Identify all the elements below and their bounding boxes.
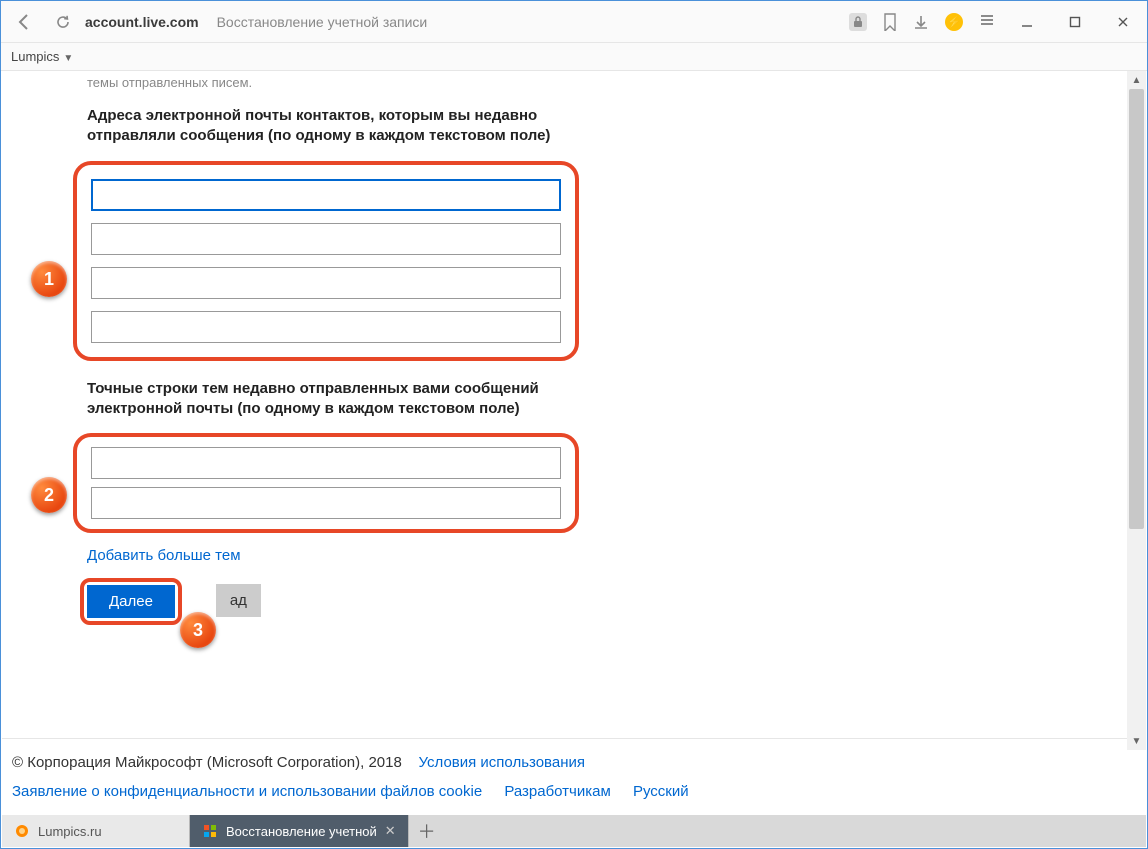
add-more-subjects-link[interactable]: Добавить больше тем bbox=[87, 547, 1127, 564]
subject-input-1[interactable] bbox=[91, 447, 561, 479]
address-page-title: Восстановление учетной записи bbox=[217, 14, 841, 30]
browser-tab-active[interactable]: Восстановление учетной ✕ bbox=[190, 815, 409, 847]
scroll-down-icon[interactable]: ▼ bbox=[1127, 732, 1146, 750]
footer-terms-link[interactable]: Условия использования bbox=[419, 754, 586, 771]
downloads-icon[interactable] bbox=[913, 14, 929, 30]
footer-privacy-link[interactable]: Заявление о конфиденциальности и использ… bbox=[12, 783, 482, 800]
window-close-button[interactable] bbox=[1107, 8, 1139, 36]
tab-label: Lumpics.ru bbox=[38, 824, 102, 839]
page-viewport: темы отправленных писем. Адреса электрон… bbox=[1, 71, 1127, 750]
scroll-up-icon[interactable]: ▲ bbox=[1127, 71, 1146, 89]
truncated-text: темы отправленных писем. bbox=[87, 75, 1127, 90]
window-maximize-button[interactable] bbox=[1059, 8, 1091, 36]
footer-devs-link[interactable]: Разработчикам bbox=[504, 783, 610, 800]
toolbar-right: ⚡ bbox=[849, 8, 1139, 36]
bookmark-flag-icon[interactable] bbox=[883, 13, 897, 31]
bookmarks-bar: Lumpics▼ bbox=[1, 43, 1147, 71]
lock-icon bbox=[849, 13, 867, 31]
contact-email-input-1[interactable] bbox=[91, 179, 561, 211]
scroll-thumb[interactable] bbox=[1129, 89, 1144, 529]
contacts-input-group bbox=[73, 161, 579, 361]
subject-input-2[interactable] bbox=[91, 487, 561, 519]
footer-copyright: © Корпорация Майкрософт (Microsoft Corpo… bbox=[12, 754, 402, 771]
contact-email-input-3[interactable] bbox=[91, 267, 561, 299]
browser-toolbar: account.live.com Восстановление учетной … bbox=[1, 1, 1147, 43]
browser-tab-bar: Lumpics.ru Восстановление учетной ✕ ＋ bbox=[2, 815, 1146, 847]
nav-back-button[interactable] bbox=[9, 6, 41, 38]
vertical-scrollbar[interactable]: ▲ ▼ bbox=[1127, 71, 1146, 750]
next-button[interactable]: Далее bbox=[87, 585, 175, 618]
contact-email-input-4[interactable] bbox=[91, 311, 561, 343]
bookmark-folder[interactable]: Lumpics▼ bbox=[11, 49, 73, 64]
contact-email-input-2[interactable] bbox=[91, 223, 561, 255]
new-tab-button[interactable]: ＋ bbox=[409, 815, 445, 847]
browser-tab-inactive[interactable]: Lumpics.ru bbox=[2, 815, 190, 847]
callout-marker-3: 3 bbox=[180, 612, 216, 648]
button-row: Далее ад bbox=[87, 578, 1127, 628]
address-host[interactable]: account.live.com bbox=[85, 14, 199, 30]
subjects-section-label: Точные строки тем недавно отправленных в… bbox=[87, 379, 587, 420]
tab-favicon-icon bbox=[14, 823, 30, 839]
menu-icon[interactable] bbox=[979, 12, 995, 31]
next-button-highlight: Далее bbox=[80, 578, 182, 625]
reload-icon[interactable] bbox=[49, 8, 77, 36]
page-footer: © Корпорация Майкрософт (Microsoft Corpo… bbox=[2, 738, 1127, 814]
tab-favicon-ms-icon bbox=[202, 823, 218, 839]
contacts-section-label: Адреса электронной почты контактов, кото… bbox=[87, 106, 587, 147]
footer-language-link[interactable]: Русский bbox=[633, 783, 689, 800]
extension-icon[interactable]: ⚡ bbox=[945, 13, 963, 31]
tab-label: Восстановление учетной bbox=[226, 824, 377, 839]
back-button[interactable]: ад bbox=[216, 584, 261, 617]
subjects-input-group bbox=[73, 433, 579, 533]
tab-close-icon[interactable]: ✕ bbox=[385, 823, 396, 839]
callout-marker-1: 1 bbox=[31, 261, 67, 297]
callout-marker-2: 2 bbox=[31, 477, 67, 513]
window-minimize-button[interactable] bbox=[1011, 8, 1043, 36]
